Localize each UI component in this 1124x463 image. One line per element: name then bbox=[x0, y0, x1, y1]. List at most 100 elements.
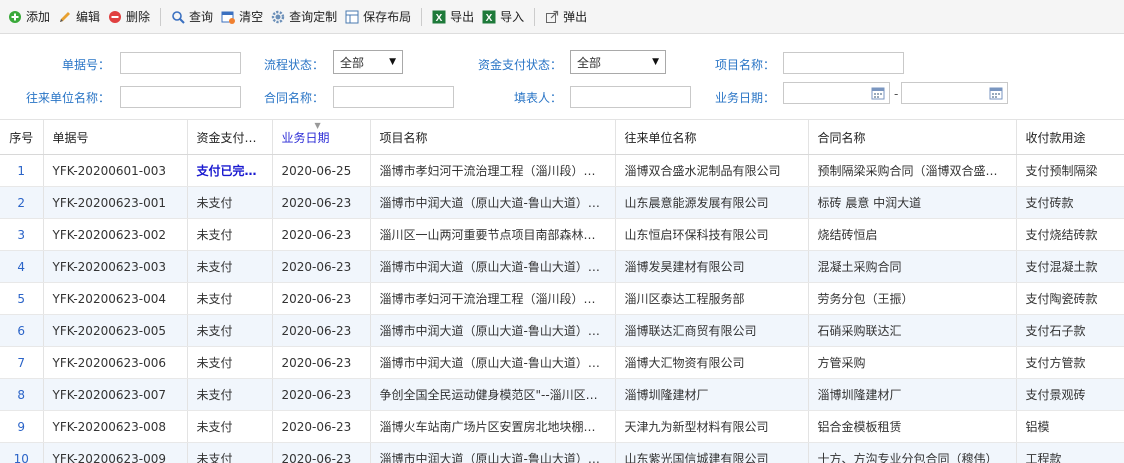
svg-text:X: X bbox=[486, 13, 493, 24]
cell-contract: 劳务分包（王振） bbox=[808, 282, 1017, 315]
table-row[interactable]: 8 YFK-20200623-007 未支付 2020-06-23 争创全国全民运动健身… bbox=[0, 378, 1124, 411]
cell-biz-date: 2020-06-23 bbox=[272, 314, 371, 347]
cell-index: 9 bbox=[0, 410, 44, 443]
project-name-input[interactable] bbox=[783, 52, 904, 74]
cell-biz-date: 2020-06-23 bbox=[272, 378, 371, 411]
cell-index: 2 bbox=[0, 186, 44, 219]
table-row[interactable]: 10 YFK-20200623-009 未支付 2020-06-23 淄博市中润大道（原… bbox=[0, 442, 1124, 463]
cell-contract: 预制隔梁采购合同（淄博双合盛… bbox=[808, 154, 1017, 187]
import-button[interactable]: X 导入 bbox=[478, 5, 528, 29]
filler-input[interactable] bbox=[570, 86, 691, 108]
gear-icon bbox=[271, 10, 285, 24]
save-layout-button[interactable]: 保存布局 bbox=[341, 5, 415, 29]
data-table: 序号 单据号 资金支付… 业务日期 ▼ 项目名称 往来单位名称 合同名称 收付款用… bbox=[0, 119, 1124, 463]
flow-status-value: 全部 bbox=[340, 55, 365, 70]
cell-contract: 标砖 晨意 中润大道 bbox=[808, 186, 1017, 219]
cell-contract: 石硝采购联达汇 bbox=[808, 314, 1017, 347]
calendar-icon[interactable] bbox=[989, 86, 1003, 100]
column-header-doc-no[interactable]: 单据号 bbox=[43, 119, 188, 155]
cell-fund-status: 未支付 bbox=[187, 410, 273, 443]
delete-button[interactable]: 删除 bbox=[104, 5, 154, 29]
toolbar-divider bbox=[534, 7, 536, 26]
cell-project-name: 淄博火车站南广场片区安置房北地块棚… bbox=[370, 410, 616, 443]
toolbar-divider bbox=[421, 7, 423, 26]
date-start-input[interactable] bbox=[783, 82, 890, 104]
table-row[interactable]: 3 YFK-20200623-002 未支付 2020-06-23 淄川区一山两河重要节… bbox=[0, 218, 1124, 251]
column-header-contract[interactable]: 合同名称 bbox=[808, 119, 1017, 155]
column-header-purpose[interactable]: 收付款用途 bbox=[1016, 119, 1124, 155]
partner-input[interactable] bbox=[120, 86, 241, 108]
popout-button[interactable]: 弹出 bbox=[541, 5, 591, 29]
doc-no-input[interactable] bbox=[120, 52, 241, 74]
cell-project-name: 淄博市中润大道（原山大道-鲁山大道）… bbox=[370, 442, 616, 463]
cell-partner: 山东紫光国信城建有限公司 bbox=[615, 442, 809, 463]
table-row[interactable]: 9 YFK-20200623-008 未支付 2020-06-23 淄博火车站南广场片区… bbox=[0, 410, 1124, 443]
chevron-down-icon: ▼ bbox=[389, 57, 396, 67]
column-header-biz-date[interactable]: 业务日期 ▼ bbox=[272, 119, 371, 155]
cell-partner: 淄博发昊建材有限公司 bbox=[615, 250, 809, 283]
clear-icon bbox=[221, 10, 236, 24]
layout-icon bbox=[345, 10, 359, 24]
table-row[interactable]: 6 YFK-20200623-005 未支付 2020-06-23 淄博市中润大道（原山… bbox=[0, 314, 1124, 347]
calendar-icon[interactable] bbox=[871, 86, 885, 100]
cell-partner: 淄川区泰达工程服务部 bbox=[615, 282, 809, 315]
cell-project-name: 淄博市孝妇河干流治理工程（淄川段）… bbox=[370, 154, 616, 187]
custom-query-button[interactable]: 查询定制 bbox=[267, 5, 341, 29]
popout-icon bbox=[545, 10, 559, 24]
add-button[interactable]: 添加 bbox=[4, 5, 54, 29]
cell-index: 1 bbox=[0, 154, 44, 187]
cell-fund-status: 未支付 bbox=[187, 442, 273, 463]
clear-button[interactable]: 清空 bbox=[217, 5, 267, 29]
cell-contract: 淄博圳隆建材厂 bbox=[808, 378, 1017, 411]
search-button[interactable]: 查询 bbox=[167, 5, 217, 29]
column-header-fund-status[interactable]: 资金支付… bbox=[187, 119, 273, 155]
cell-purpose: 工程款 bbox=[1016, 442, 1124, 463]
table-row[interactable]: 1 YFK-20200601-003 支付已完… 2020-06-25 淄博市孝妇河干流… bbox=[0, 154, 1124, 187]
cell-doc-no: YFK-20200623-003 bbox=[43, 250, 188, 283]
table-row[interactable]: 7 YFK-20200623-006 未支付 2020-06-23 淄博市中润大道（原山… bbox=[0, 346, 1124, 379]
cell-doc-no: YFK-20200623-001 bbox=[43, 186, 188, 219]
cell-purpose: 铝模 bbox=[1016, 410, 1124, 443]
cell-doc-no: YFK-20200623-004 bbox=[43, 282, 188, 315]
date-separator: - bbox=[894, 87, 899, 101]
cell-biz-date: 2020-06-23 bbox=[272, 410, 371, 443]
edit-button[interactable]: 编辑 bbox=[54, 5, 104, 29]
cell-project-name: 淄博市中润大道（原山大道-鲁山大道）… bbox=[370, 346, 616, 379]
clear-button-label: 清空 bbox=[239, 10, 264, 24]
cell-contract: 烧结砖恒启 bbox=[808, 218, 1017, 251]
cell-biz-date: 2020-06-23 bbox=[272, 442, 371, 463]
cell-fund-status: 未支付 bbox=[187, 314, 273, 347]
export-button[interactable]: X 导出 bbox=[428, 5, 478, 29]
cell-partner: 淄博双合盛水泥制品有限公司 bbox=[615, 154, 809, 187]
biz-date-header-label: 业务日期 bbox=[281, 130, 330, 145]
save-layout-button-label: 保存布局 bbox=[363, 10, 412, 24]
cell-doc-no: YFK-20200623-002 bbox=[43, 218, 188, 251]
cell-partner: 淄博联达汇商贸有限公司 bbox=[615, 314, 809, 347]
add-icon bbox=[8, 10, 22, 24]
data-grid: 序号 单据号 资金支付… 业务日期 ▼ 项目名称 往来单位名称 合同名称 收付款用… bbox=[0, 119, 1124, 463]
cell-purpose: 支付烧结砖款 bbox=[1016, 218, 1124, 251]
cell-partner: 淄博大汇物资有限公司 bbox=[615, 346, 809, 379]
column-header-partner[interactable]: 往来单位名称 bbox=[615, 119, 809, 155]
cell-biz-date: 2020-06-23 bbox=[272, 346, 371, 379]
cell-project-name: 淄博市中润大道（原山大道-鲁山大道）… bbox=[370, 186, 616, 219]
fund-status-select[interactable]: 全部 ▼ bbox=[570, 50, 666, 74]
cell-fund-status: 未支付 bbox=[187, 218, 273, 251]
table-row[interactable]: 4 YFK-20200623-003 未支付 2020-06-23 淄博市中润大道（原山… bbox=[0, 250, 1124, 283]
flow-status-select[interactable]: 全部 ▼ bbox=[333, 50, 403, 74]
cell-contract: 铝合金模板租赁 bbox=[808, 410, 1017, 443]
cell-index: 6 bbox=[0, 314, 44, 347]
cell-biz-date: 2020-06-25 bbox=[272, 154, 371, 187]
flow-status-label: 流程状态： bbox=[263, 58, 324, 72]
contract-input[interactable] bbox=[333, 86, 454, 108]
cell-biz-date: 2020-06-23 bbox=[272, 186, 371, 219]
cell-biz-date: 2020-06-23 bbox=[272, 218, 371, 251]
date-end-input[interactable] bbox=[901, 82, 1008, 104]
table-row[interactable]: 5 YFK-20200623-004 未支付 2020-06-23 淄博市孝妇河干流治理… bbox=[0, 282, 1124, 315]
table-row[interactable]: 2 YFK-20200623-001 未支付 2020-06-23 淄博市中润大道（原山… bbox=[0, 186, 1124, 219]
column-header-project-name[interactable]: 项目名称 bbox=[370, 119, 616, 155]
cell-purpose: 支付混凝土款 bbox=[1016, 250, 1124, 283]
toolbar: 添加 编辑 删除 查询 清空 查询定制 保存布局 X 导出 X 导入 弹出 bbox=[0, 0, 1124, 34]
column-header-index[interactable]: 序号 bbox=[0, 119, 44, 155]
cell-biz-date: 2020-06-23 bbox=[272, 282, 371, 315]
